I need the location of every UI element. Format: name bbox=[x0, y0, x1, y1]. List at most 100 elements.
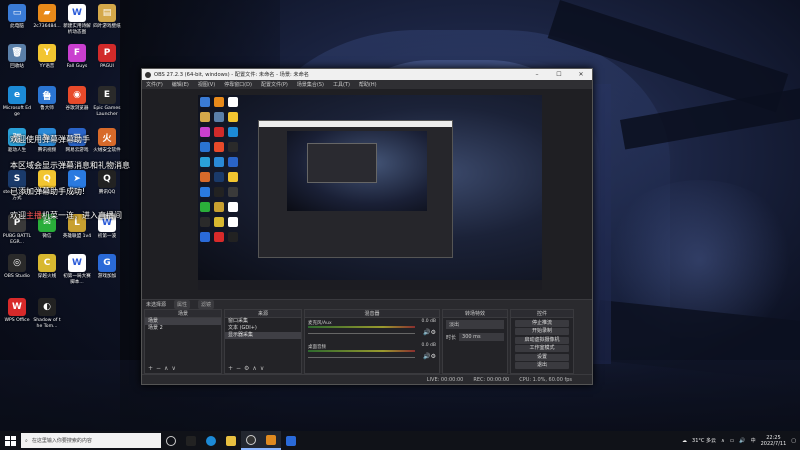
app-icon: C bbox=[38, 254, 56, 272]
properties-button[interactable]: 属性 bbox=[174, 300, 191, 309]
desktop-icon-label: PUBG BATTLEGR... bbox=[2, 234, 32, 245]
channel-db: 0.0 dB bbox=[421, 319, 436, 324]
menu-tools[interactable]: 工具(T) bbox=[333, 81, 350, 88]
stop-streaming-button[interactable]: 停止推流 bbox=[515, 319, 569, 327]
menu-profile[interactable]: 配置文件(P) bbox=[261, 81, 288, 88]
menu-file[interactable]: 文件(F) bbox=[146, 81, 163, 88]
preview-icon bbox=[214, 112, 224, 122]
source-item[interactable]: 显示器采集 bbox=[225, 332, 301, 339]
source-item[interactable]: 文本 (GDI+) bbox=[225, 325, 301, 332]
taskbar-search-box[interactable]: ⌕ 在这里输入你要搜索的内容 bbox=[21, 433, 161, 448]
desktop-icon[interactable]: ◎ OBS Studio bbox=[2, 254, 32, 280]
input-language[interactable]: 中 bbox=[751, 437, 756, 444]
desktop-icon[interactable]: P PAGUI bbox=[92, 44, 122, 70]
desktop-icon[interactable]: W 初第一局大赛脚本... bbox=[62, 254, 92, 286]
desktop-icon[interactable]: W WPS Office bbox=[2, 298, 32, 324]
sources-dock: 来源 窗口采集 文本 (GDI+) 显示器采集 +−⚙∧∨ bbox=[224, 309, 302, 374]
desktop-icon[interactable]: F Fall Guys bbox=[62, 44, 92, 70]
preview-area[interactable] bbox=[142, 89, 592, 299]
start-virtual-camera-button[interactable]: 启动虚拟摄像机 bbox=[515, 336, 569, 344]
desktop-icon[interactable]: ▰ 2c736484... bbox=[32, 4, 62, 30]
network-icon[interactable]: ▭ bbox=[730, 438, 735, 444]
duration-input[interactable]: 300 ms bbox=[459, 333, 504, 341]
mute-speaker-icon[interactable]: 🔊⚙ bbox=[423, 329, 436, 336]
volume-slider[interactable] bbox=[308, 357, 415, 358]
desktop-icon[interactable]: 火火绒安全软件 bbox=[92, 128, 122, 154]
desktop-icon[interactable]: G 游戏加加 bbox=[92, 254, 122, 280]
scene-item[interactable]: 场景 2 bbox=[145, 325, 221, 332]
mute-speaker-icon[interactable]: 🔊⚙ bbox=[423, 353, 436, 360]
preview-icon bbox=[214, 217, 224, 227]
app-icon: W bbox=[68, 4, 86, 22]
app-icon: ▰ bbox=[38, 4, 56, 22]
desktop-icon[interactable]: Y YY语音 bbox=[32, 44, 62, 70]
preview-icon bbox=[200, 127, 210, 137]
menu-help[interactable]: 帮助(H) bbox=[359, 81, 377, 88]
maximize-button[interactable]: ☐ bbox=[548, 71, 570, 78]
app-icon: ◐ bbox=[38, 298, 56, 316]
store-icon[interactable] bbox=[281, 431, 301, 450]
close-button[interactable]: ✕ bbox=[570, 71, 592, 78]
weather-temp[interactable]: 31°C 多云 bbox=[692, 437, 716, 444]
edge-icon[interactable] bbox=[201, 431, 221, 450]
scene-item[interactable]: 场景 bbox=[145, 318, 221, 325]
obs-titlebar[interactable]: OBS 27.2.3 (64-bit, windows) - 配置文件: 未命名… bbox=[142, 69, 592, 80]
start-button[interactable] bbox=[3, 434, 17, 448]
desktop-icon[interactable]: Q 腾讯QQ bbox=[92, 170, 122, 196]
desktop-icon-label: Shadow of the Tom... bbox=[33, 318, 61, 329]
app-icon: Y bbox=[38, 44, 56, 62]
folder-icon[interactable] bbox=[221, 431, 241, 450]
desktop-icon[interactable]: W 新建实用诗解析动态图 bbox=[62, 4, 92, 36]
minimize-button[interactable]: – bbox=[526, 71, 548, 78]
app-icon: ◎ bbox=[8, 254, 26, 272]
game-taskbar-icon[interactable] bbox=[261, 431, 281, 450]
transition-select[interactable]: 淡出 bbox=[446, 320, 504, 329]
source-item[interactable]: 窗口采集 bbox=[225, 318, 301, 325]
obs-taskbar-icon[interactable] bbox=[241, 431, 261, 450]
app-icon: e bbox=[8, 86, 26, 104]
desktop-icon[interactable]: C 穿越火线 bbox=[32, 254, 62, 280]
menu-view[interactable]: 视图(V) bbox=[198, 81, 215, 88]
app-icon: ◉ bbox=[68, 86, 86, 104]
desktop-icon-label: 游戏加加 bbox=[97, 274, 117, 279]
desktop-icon[interactable]: ▤ 四叶游戏壁纸 bbox=[92, 4, 122, 30]
preview-icon bbox=[200, 112, 210, 122]
volume-slider[interactable] bbox=[308, 333, 415, 334]
explorer-icon[interactable] bbox=[181, 431, 201, 450]
volume-icon[interactable]: 🔊 bbox=[739, 438, 745, 444]
tray-chevron-icon[interactable]: ∧ bbox=[721, 438, 725, 444]
filters-button[interactable]: 滤镜 bbox=[198, 300, 215, 309]
start-recording-button[interactable]: 开始录制 bbox=[515, 328, 569, 335]
notification-icon[interactable]: ▢ bbox=[791, 438, 796, 444]
preview-desktop-icons bbox=[200, 97, 244, 277]
desktop-icon[interactable]: E Epic Games Launcher bbox=[92, 86, 122, 118]
no-source-label: 未选择源 bbox=[146, 302, 167, 308]
danmaku-line-4: 欢迎主播机菜一连，进入直播间 bbox=[10, 210, 122, 221]
menu-edit[interactable]: 编辑(E) bbox=[172, 81, 189, 88]
desktop-icon[interactable]: ◉ 谷歌浏览器 bbox=[62, 86, 92, 112]
preview-icon bbox=[200, 232, 210, 242]
desktop-icon[interactable]: 鲁鲁大师 bbox=[32, 86, 62, 112]
exit-button[interactable]: 退出 bbox=[515, 362, 569, 369]
preview-taskbar bbox=[198, 280, 542, 290]
program-preview[interactable] bbox=[198, 95, 542, 290]
background-window-edge bbox=[593, 84, 611, 364]
desktop-icon[interactable]: ◐ Shadow of the Tom... bbox=[32, 298, 62, 330]
desktop-icon-label: 腾讯QQ bbox=[98, 190, 116, 195]
task-view-icon[interactable] bbox=[161, 431, 181, 450]
menu-docks[interactable]: 停靠窗口(D) bbox=[224, 81, 252, 88]
settings-button[interactable]: 设置 bbox=[515, 353, 569, 361]
preview-icon bbox=[200, 202, 210, 212]
scenes-dock-controls[interactable]: +−∧∨ bbox=[148, 365, 179, 372]
studio-mode-button[interactable]: 工作室模式 bbox=[515, 345, 569, 352]
sources-dock-controls[interactable]: +−⚙∧∨ bbox=[228, 365, 267, 372]
taskbar-clock[interactable]: 22:25 2022/7/11 bbox=[761, 435, 787, 447]
desktop-icon[interactable]: e Microsoft Edge bbox=[2, 86, 32, 118]
obs-statusbar: LIVE: 00:00:00 REC: 00:00:00 CPU: 1.0%, … bbox=[142, 374, 592, 384]
obs-window[interactable]: OBS 27.2.3 (64-bit, windows) - 配置文件: 未命名… bbox=[141, 68, 593, 385]
desktop-icon[interactable]: ▭ 此电脑 bbox=[2, 4, 32, 30]
desktop-icon-label: Fall Guys bbox=[66, 64, 88, 69]
menu-scene-collection[interactable]: 场景集合(S) bbox=[297, 81, 324, 88]
desktop-icon[interactable]: 🗑 回收站 bbox=[2, 44, 32, 70]
weather-icon[interactable]: ☁ bbox=[682, 438, 687, 444]
